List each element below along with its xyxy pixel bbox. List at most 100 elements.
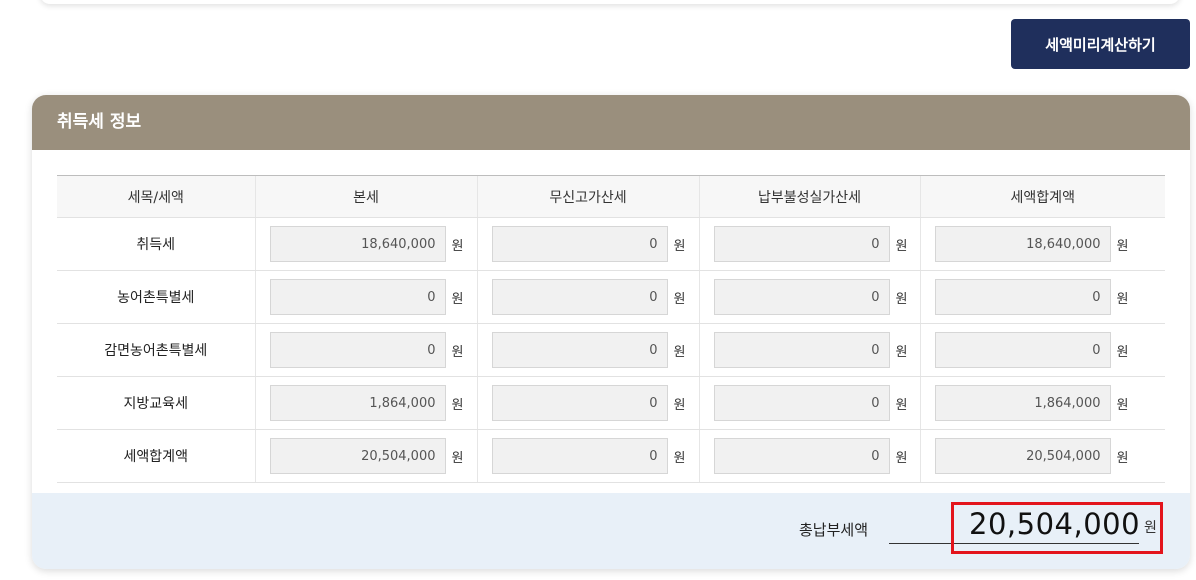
previous-section-card: [40, 0, 1180, 4]
amount-cell-wrap: 원: [921, 226, 1166, 262]
amount-cell: 원: [698, 270, 920, 324]
total-label: 총납부세액: [799, 521, 869, 539]
unit-label: 원: [1116, 238, 1129, 254]
amount-field[interactable]: [934, 332, 1111, 368]
unit-label: 원: [673, 450, 686, 466]
amount-cell: 원: [254, 323, 477, 377]
amount-cell-wrap: 원: [478, 226, 699, 262]
amount-cell: 원: [254, 270, 477, 324]
amount-field[interactable]: [269, 279, 446, 315]
amount-cell-wrap: 원: [921, 385, 1166, 421]
amount-cell-wrap: 원: [478, 385, 699, 421]
amount-cell: 원: [476, 270, 699, 324]
amount-field[interactable]: [491, 226, 668, 262]
amount-cell: 원: [254, 376, 477, 430]
amount-field[interactable]: [713, 226, 890, 262]
column-header: 세액합계액: [919, 175, 1165, 218]
amount-field[interactable]: [269, 226, 446, 262]
amount-cell-wrap: 원: [256, 385, 477, 421]
amount-field[interactable]: [491, 332, 668, 368]
amount-cell: 원: [254, 217, 477, 271]
table-row: 취득세 원 원 원 원: [57, 217, 1166, 271]
amount-field[interactable]: [934, 226, 1111, 262]
column-header: 납부불성실가산세: [698, 175, 920, 218]
table-row: 세액합계액 원 원 원 원: [57, 429, 1166, 483]
amount-field[interactable]: [934, 385, 1111, 421]
amount-cell: 원: [698, 323, 920, 377]
unit-label: 원: [895, 344, 908, 360]
amount-cell: 원: [476, 429, 699, 483]
amount-field[interactable]: [491, 385, 668, 421]
amount-cell: 원: [254, 429, 477, 483]
unit-label: 원: [895, 397, 908, 413]
column-header: 본세: [254, 175, 477, 218]
unit-label: 원: [451, 344, 464, 360]
amount-cell: 원: [698, 429, 920, 483]
amount-field[interactable]: [934, 279, 1111, 315]
amount-cell-wrap: 원: [256, 332, 477, 368]
table-row: 감면농어촌특별세 원 원 원 원: [57, 323, 1166, 377]
amount-field[interactable]: [491, 438, 668, 474]
unit-label: 원: [895, 238, 908, 254]
amount-cell: 원: [919, 376, 1166, 430]
amount-cell-wrap: 원: [700, 385, 920, 421]
unit-label: 원: [673, 397, 686, 413]
amount-field[interactable]: [713, 279, 890, 315]
amount-cell-wrap: 원: [256, 438, 477, 474]
row-label: 취득세: [57, 217, 255, 271]
amount-cell: 원: [698, 376, 920, 430]
amount-field[interactable]: [491, 279, 668, 315]
amount-cell-wrap: 원: [921, 438, 1166, 474]
amount-field[interactable]: [934, 438, 1111, 474]
unit-label: 원: [451, 450, 464, 466]
amount-cell-wrap: 원: [700, 438, 920, 474]
unit-label: 원: [1116, 397, 1129, 413]
amount-cell-wrap: 원: [921, 332, 1166, 368]
unit-label: 원: [895, 450, 908, 466]
amount-cell: 원: [476, 376, 699, 430]
acquisition-tax-panel: 취득세 정보 세목/세액 본세 무신고가산세 납부불성실가산세 세액합계액 취득…: [32, 95, 1190, 569]
row-label: 지방교육세: [57, 376, 255, 430]
amount-cell: 원: [919, 270, 1166, 324]
unit-label: 원: [1116, 450, 1129, 466]
row-label: 농어촌특별세: [57, 270, 255, 324]
panel-title: 취득세 정보: [32, 95, 1190, 150]
amount-cell: 원: [698, 217, 920, 271]
unit-label: 원: [673, 344, 686, 360]
column-header: 무신고가산세: [476, 175, 699, 218]
unit-label: 원: [673, 291, 686, 307]
amount-field[interactable]: [269, 385, 446, 421]
amount-field[interactable]: [269, 332, 446, 368]
total-payment-bar: 총납부세액 20,504,000 원: [32, 493, 1190, 569]
amount-cell-wrap: 원: [478, 279, 699, 315]
amount-field[interactable]: [269, 438, 446, 474]
amount-cell-wrap: 원: [700, 279, 920, 315]
amount-cell: 원: [476, 323, 699, 377]
row-label: 세액합계액: [57, 429, 255, 483]
amount-field[interactable]: [713, 385, 890, 421]
table-row: 농어촌특별세 원 원 원 원: [57, 270, 1166, 324]
unit-label: 원: [451, 397, 464, 413]
unit-label: 원: [1116, 291, 1129, 307]
amount-cell: 원: [919, 217, 1166, 271]
column-header: 세목/세액: [57, 175, 255, 218]
unit-label: 원: [1116, 344, 1129, 360]
calculate-tax-button[interactable]: 세액미리계산하기: [1011, 19, 1190, 69]
amount-cell-wrap: 원: [478, 332, 699, 368]
amount-cell-wrap: 원: [700, 226, 920, 262]
row-label: 감면농어촌특별세: [57, 323, 255, 377]
total-amount: 20,504,000: [969, 507, 1141, 541]
table-header-row: 세목/세액 본세 무신고가산세 납부불성실가산세 세액합계액: [57, 175, 1165, 218]
amount-field[interactable]: [713, 332, 890, 368]
amount-cell: 원: [919, 323, 1166, 377]
total-unit: 원: [1144, 520, 1157, 536]
amount-field[interactable]: [713, 438, 890, 474]
unit-label: 원: [451, 238, 464, 254]
unit-label: 원: [673, 238, 686, 254]
amount-cell-wrap: 원: [478, 438, 699, 474]
unit-label: 원: [895, 291, 908, 307]
amount-cell-wrap: 원: [256, 226, 477, 262]
amount-cell: 원: [476, 217, 699, 271]
amount-cell-wrap: 원: [921, 279, 1166, 315]
amount-cell: 원: [919, 429, 1166, 483]
